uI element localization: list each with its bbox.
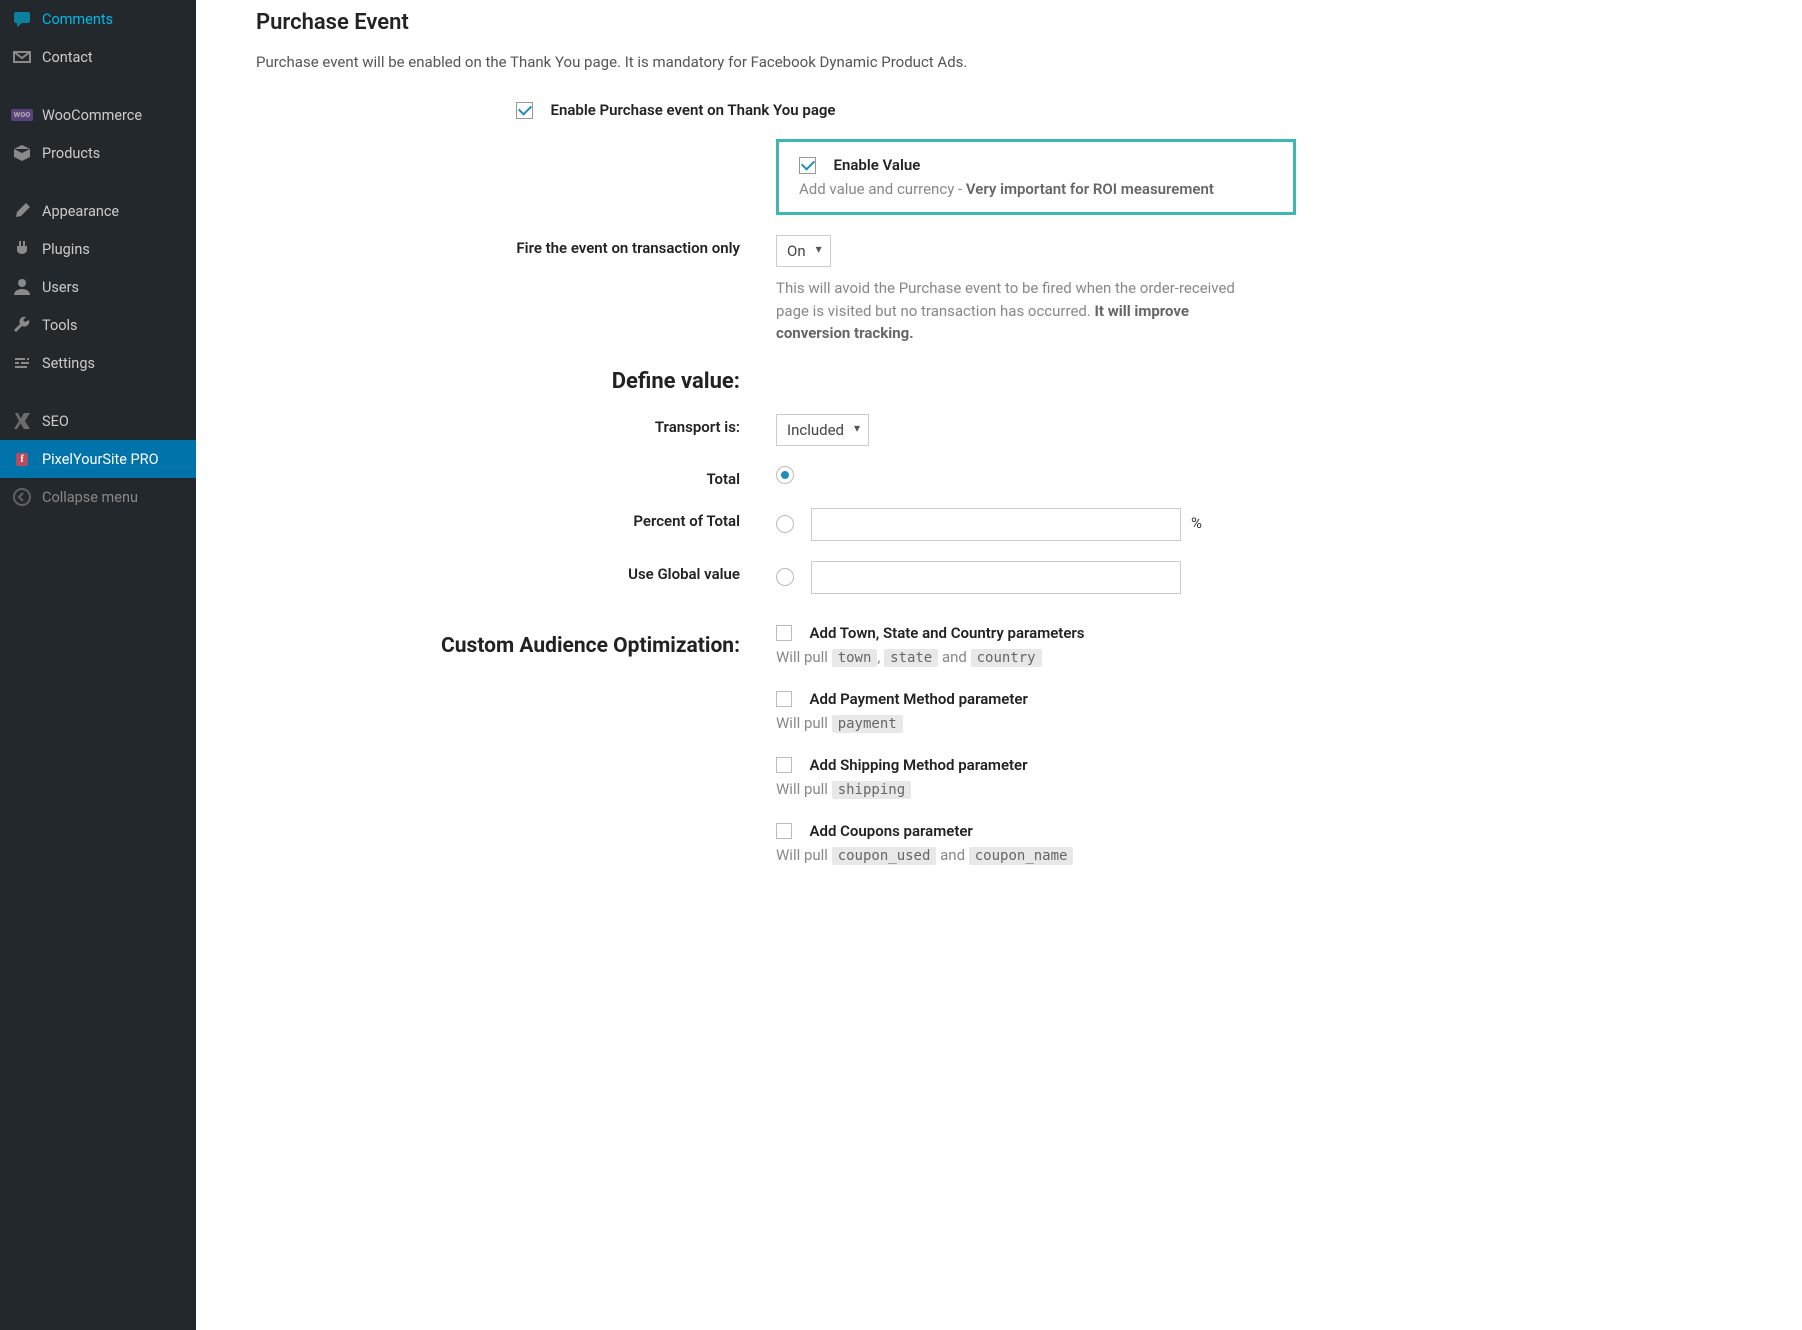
cao-shipping-label: Add Shipping Method parameter [809,756,1027,774]
percent-radio[interactable] [776,515,794,533]
sidebar-item-label: Contact [42,49,93,66]
main-content: Purchase Event Purchase event will be en… [196,0,1802,1330]
sidebar-item-plugins[interactable]: Plugins [0,230,196,268]
sidebar-item-label: WooCommerce [42,107,142,124]
fire-event-select[interactable]: On [776,235,831,267]
cao-coupons-desc: Will pull coupon_used and coupon_name [776,846,1762,864]
global-input[interactable] [811,561,1181,594]
sidebar-item-settings[interactable]: Settings [0,344,196,382]
cao-coupons-checkbox[interactable] [776,823,792,839]
cao-shipping-desc: Will pull shipping [776,780,1762,798]
sidebar-item-woocommerce[interactable]: woo WooCommerce [0,96,196,134]
transport-select[interactable]: Included [776,414,869,446]
sidebar-item-label: Settings [42,355,95,372]
cao-payment-label: Add Payment Method parameter [809,690,1027,708]
sidebar-item-label: Tools [42,317,78,334]
sidebar-item-comments[interactable]: Comments [0,0,196,38]
sliders-icon [12,353,32,373]
seo-icon [12,411,32,431]
sidebar-item-label: PixelYourSite PRO [42,451,159,468]
sidebar-item-tools[interactable]: Tools [0,306,196,344]
percent-label: Percent of Total [256,508,776,530]
fire-event-help: This will avoid the Purchase event to be… [776,277,1236,345]
sidebar-item-label: Products [42,145,100,162]
percent-input[interactable] [811,508,1181,541]
sidebar-item-label: Users [42,279,79,296]
wrench-icon [12,315,32,335]
cao-shipping-checkbox[interactable] [776,757,792,773]
global-radio[interactable] [776,568,794,586]
brush-icon [12,201,32,221]
total-label: Total [256,466,776,488]
plug-icon [12,239,32,259]
sidebar-item-users[interactable]: Users [0,268,196,306]
cao-town-checkbox[interactable] [776,625,792,641]
cao-payment-checkbox[interactable] [776,691,792,707]
collapse-label: Collapse menu [42,489,138,506]
sidebar-item-contact[interactable]: Contact [0,38,196,76]
sidebar-item-seo[interactable]: SEO [0,402,196,440]
section-title: Purchase Event [256,10,1762,35]
global-label: Use Global value [256,561,776,583]
cao-heading: Custom Audience Optimization: [256,634,776,658]
enable-value-label: Enable Value [833,156,920,174]
sidebar-item-appearance[interactable]: Appearance [0,192,196,230]
fb-icon: f [12,449,32,469]
enable-value-highlight: Enable Value Add value and currency - Ve… [776,139,1296,215]
sidebar-item-label: Comments [42,11,113,28]
percent-suffix: % [1191,514,1202,532]
cao-town-label: Add Town, State and Country parameters [809,624,1084,642]
comment-icon [12,9,32,29]
sidebar-item-label: Appearance [42,203,119,220]
cao-coupons-label: Add Coupons parameter [809,822,972,840]
sidebar-item-products[interactable]: Products [0,134,196,172]
sidebar-item-label: Plugins [42,241,90,258]
enable-purchase-checkbox[interactable] [516,102,533,119]
mail-icon [12,47,32,67]
enable-value-checkbox[interactable] [799,157,816,174]
section-desc: Purchase event will be enabled on the Th… [256,53,1762,71]
sidebar-item-label: SEO [42,413,69,430]
admin-sidebar: Comments Contact woo WooCommerce Product… [0,0,196,1330]
sidebar-item-pixelyoursite[interactable]: f PixelYourSite PRO [0,440,196,478]
define-value-heading: Define value: [256,369,776,394]
box-icon [12,143,32,163]
enable-value-desc: Add value and currency - Very important … [799,180,1273,198]
enable-purchase-label: Enable Purchase event on Thank You page [550,101,835,119]
user-icon [12,277,32,297]
collapse-icon [12,487,32,507]
fire-event-label: Fire the event on transaction only [256,235,776,257]
transport-label: Transport is: [256,414,776,436]
cao-payment-desc: Will pull payment [776,714,1762,732]
cao-town-desc: Will pull town, state and country [776,648,1762,666]
woo-icon: woo [12,105,32,125]
total-radio[interactable] [776,466,794,484]
collapse-menu[interactable]: Collapse menu [0,478,196,516]
